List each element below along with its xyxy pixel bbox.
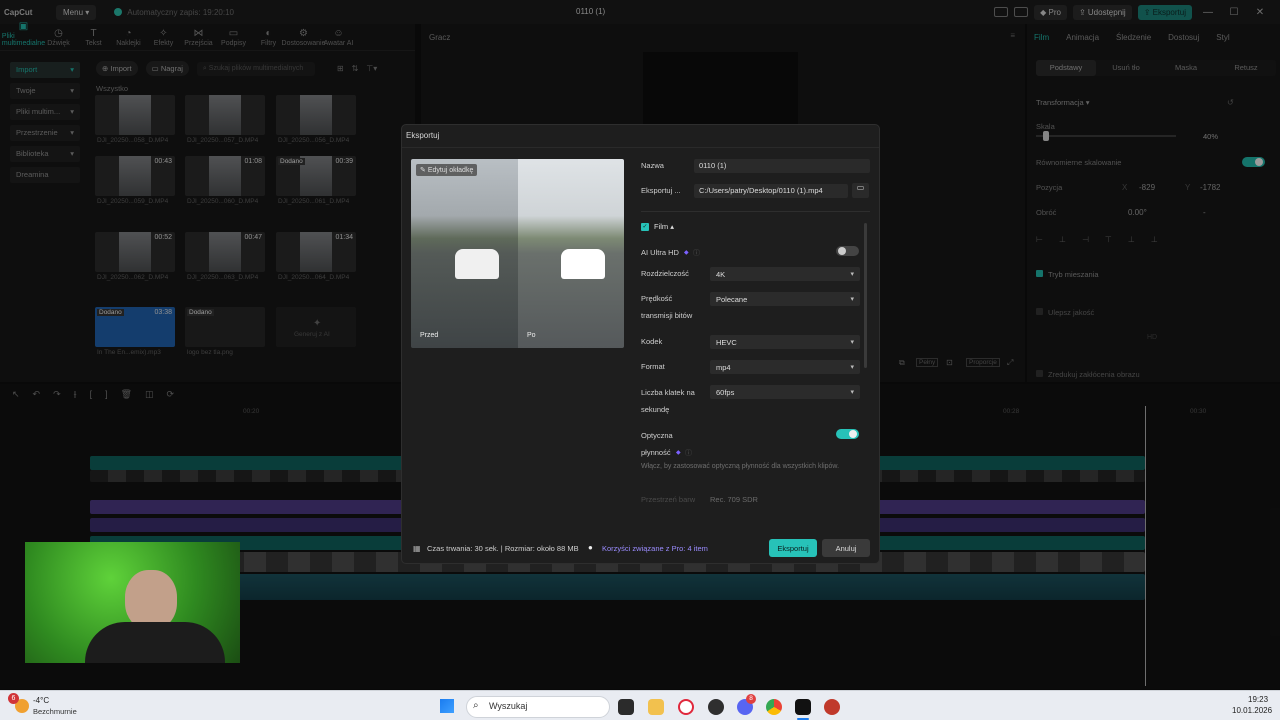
info-icon[interactable]: ⓘ	[693, 248, 700, 258]
export-to-label: Eksportuj ...	[641, 186, 681, 195]
bitrate-value: Polecane	[716, 294, 748, 304]
file-explorer-icon[interactable]	[648, 699, 664, 715]
obs-icon[interactable]	[708, 699, 724, 715]
pro-diamond-icon: ◆	[676, 450, 681, 456]
codec-label: Kodek	[641, 337, 663, 346]
chevron-down-icon: ▾	[850, 339, 854, 346]
export-path-input[interactable]: C:/Users/patry/Desktop/0110 (1).mp4	[694, 184, 848, 198]
divider	[641, 211, 870, 212]
webcam-overlay	[25, 542, 240, 663]
film-label-text: Film	[654, 222, 669, 231]
divider	[402, 147, 879, 148]
after-label: Po	[527, 332, 536, 339]
webcam-person-head	[125, 570, 177, 630]
fps-label: Liczba klatek na sekundę	[641, 388, 695, 414]
pro-benefits-link[interactable]: Korzyści związane z Pro: 4 item	[602, 544, 708, 553]
export-dialog: Eksportuj ✎ Edytuj okładkę Przed Po Nazw…	[401, 124, 880, 564]
info-circle-icon: ●	[588, 543, 593, 552]
colorspace-label: Przestrzeń barw	[641, 495, 696, 504]
optical-flow-toggle[interactable]	[836, 429, 859, 439]
edit-cover-button[interactable]: ✎ Edytuj okładkę	[416, 164, 478, 176]
resolution-value: 4K	[716, 269, 726, 279]
bitrate-label: Prędkość transmisji bitów	[641, 294, 693, 320]
export-dialog-title: Eksportuj	[406, 131, 440, 140]
task-view-icon[interactable]	[618, 699, 634, 715]
export-path-value: C:/Users/patry/Desktop/0110 (1).mp4	[699, 186, 823, 195]
name-label: Nazwa	[641, 161, 664, 170]
optical-flow-description: Włącz, by zastosować optyczną płynność d…	[641, 463, 840, 470]
chevron-down-icon: ▾	[850, 271, 854, 278]
weather-temp[interactable]: -4°C	[33, 696, 49, 705]
dialog-scrollbar[interactable]	[864, 223, 867, 368]
resolution-label: Rozdzielczość	[641, 269, 689, 278]
chevron-down-icon: ▾	[850, 389, 854, 396]
resolution-select[interactable]: 4K ▾	[710, 267, 860, 281]
pro-diamond-icon: ◆	[684, 250, 689, 256]
name-input[interactable]: 0110 (1)	[694, 159, 870, 173]
opera-icon[interactable]	[678, 699, 694, 715]
film-section-label[interactable]: Film ▴	[654, 222, 674, 231]
export-button[interactable]: Eksportuj	[769, 539, 817, 557]
clock-time[interactable]: 19:23	[1248, 695, 1268, 704]
name-input-value: 0110 (1)	[699, 161, 727, 170]
game-icon[interactable]	[824, 699, 840, 715]
before-label: Przed	[420, 332, 439, 339]
discord-badge: 8	[746, 694, 756, 704]
weather-badge: 6	[8, 693, 19, 704]
folder-icon[interactable]: ▭	[852, 183, 869, 198]
taskbar-search-label: Wyszukaj	[489, 701, 528, 711]
start-icon[interactable]	[440, 699, 454, 713]
taskbar-search[interactable]: Wyszukaj	[466, 696, 610, 718]
windows-taskbar: 6 -4°C Bezchmurnie Wyszukaj ⌕ 8 19:23 10…	[0, 690, 1280, 720]
weather-desc[interactable]: Bezchmurnie	[33, 707, 77, 716]
car-before	[455, 249, 499, 279]
ai-ultra-hd-label: AI Ultra HD	[641, 248, 679, 257]
capcut-icon[interactable]	[795, 699, 811, 715]
codec-value: HEVC	[716, 337, 737, 347]
edit-cover-label: Edytuj okładkę	[427, 167, 474, 174]
cancel-button[interactable]: Anuluj	[822, 539, 870, 557]
format-label: Format	[641, 362, 665, 371]
export-preview: ✎ Edytuj okładkę Przed Po	[411, 159, 624, 348]
fps-value: 60fps	[716, 387, 735, 397]
chevron-down-icon: ▾	[850, 364, 854, 371]
info-icon[interactable]: ⓘ	[685, 448, 692, 458]
film-checkbox[interactable]: ✓	[641, 223, 649, 231]
chrome-icon[interactable]	[766, 699, 782, 715]
clock-date[interactable]: 10.01.2026	[1232, 706, 1272, 715]
export-info: Czas trwania: 30 sek. | Rozmiar: około 8…	[427, 544, 579, 553]
chevron-down-icon: ▾	[850, 296, 854, 303]
bitrate-select[interactable]: Polecane ▾	[710, 292, 860, 306]
webcam-person-body	[85, 622, 225, 663]
format-value: mp4	[716, 362, 731, 372]
search-icon: ⌕	[473, 700, 479, 711]
format-select[interactable]: mp4 ▾	[710, 360, 860, 374]
colorspace-value: Rec. 709 SDR	[710, 495, 758, 504]
fps-select[interactable]: 60fps ▾	[710, 385, 860, 399]
car-after	[561, 249, 605, 279]
film-strip-icon: ▦	[413, 544, 421, 553]
codec-select[interactable]: HEVC ▾	[710, 335, 860, 349]
ai-ultra-hd-toggle[interactable]	[836, 246, 859, 256]
